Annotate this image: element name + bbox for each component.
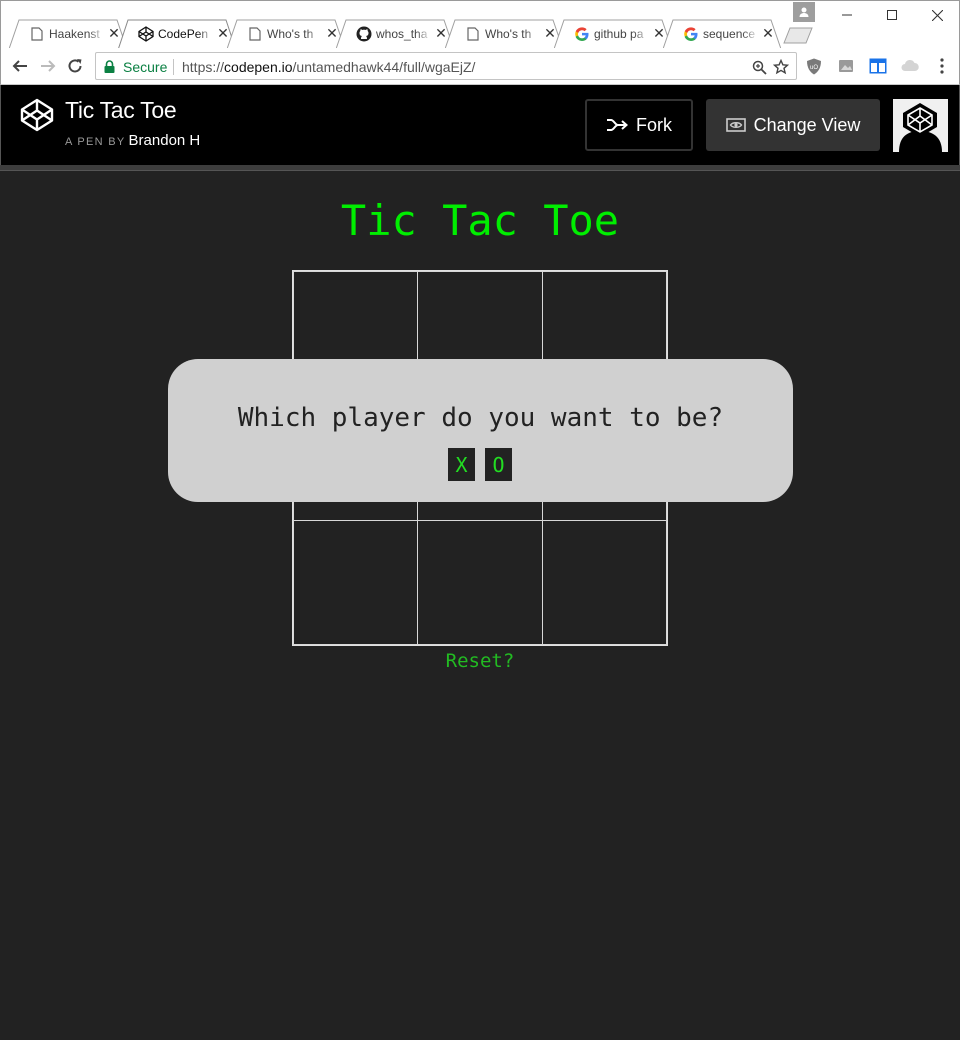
browser-tab[interactable]: Who's th ✕ [445, 19, 563, 49]
window-extension-icon[interactable] [869, 57, 887, 75]
avatar[interactable] [893, 99, 948, 152]
reset-link[interactable]: Reset? [0, 650, 960, 672]
google-icon [574, 26, 590, 42]
codepen-header: Tic Tac Toe A PEN BY Brandon H Fork Chang… [0, 85, 960, 165]
fork-label: Fork [636, 114, 672, 135]
tab-title: github pa [594, 27, 644, 41]
maximize-icon[interactable] [877, 5, 907, 25]
player-choice-modal: Which player do you want to be? X O [168, 359, 793, 502]
change-view-button[interactable]: Change View [706, 99, 880, 151]
choose-o-button[interactable]: O [485, 448, 512, 481]
tab-title: whos_tha [376, 27, 428, 41]
url-text[interactable]: https://codepen.io/untamedhawk44/full/wg… [182, 59, 475, 75]
forward-arrow-icon[interactable] [37, 55, 59, 77]
svg-text:uO: uO [810, 65, 818, 71]
board-cell-2-0[interactable] [292, 519, 419, 646]
reload-icon[interactable] [64, 55, 86, 77]
header-divider [0, 165, 960, 171]
game-title: Tic Tac Toe [340, 196, 620, 245]
cloud-extension-icon[interactable] [901, 57, 919, 75]
fork-button[interactable]: Fork [585, 99, 693, 151]
codepen-logo-icon[interactable] [19, 97, 55, 133]
eye-icon [725, 118, 746, 132]
tab-title: Haakenst [49, 27, 100, 41]
back-arrow-icon[interactable] [9, 55, 31, 77]
profile-icon[interactable] [793, 2, 815, 22]
tab-title: CodePen [158, 27, 209, 41]
browser-toolbar: Secure https://codepen.io/untamedhawk44/… [0, 48, 960, 85]
menu-dots-icon[interactable] [933, 57, 951, 75]
url-host: codepen.io [224, 59, 293, 75]
browser-tab[interactable]: github pa ✕ [554, 19, 672, 49]
url-scheme: https:// [182, 59, 225, 75]
zoom-icon[interactable] [750, 58, 768, 76]
close-icon[interactable]: ✕ [761, 26, 775, 40]
board-cell-2-2[interactable] [541, 519, 668, 646]
secure-label: Secure [123, 59, 168, 75]
author-link[interactable]: Brandon H [129, 132, 201, 149]
page-icon [465, 26, 481, 42]
google-icon [683, 26, 699, 42]
lock-icon [104, 60, 115, 78]
byline-prefix: A PEN BY [65, 136, 126, 148]
tab-title: sequence [703, 27, 756, 41]
window-close-icon[interactable] [922, 5, 952, 25]
tab-title: Who's th [267, 27, 314, 41]
minimize-icon[interactable] [832, 5, 862, 25]
bookmark-star-icon[interactable] [772, 58, 790, 76]
address-bar[interactable]: Secure https://codepen.io/untamedhawk44/… [95, 52, 797, 80]
page-icon [29, 26, 45, 42]
codepen-icon [138, 26, 154, 42]
fork-icon [607, 119, 628, 131]
choose-x-button[interactable]: X [448, 448, 475, 481]
browser-tab[interactable]: Who's th ✕ [227, 19, 345, 49]
browser-tab-active[interactable]: CodePen ✕ [118, 19, 236, 49]
pen-byline: A PEN BY Brandon H [65, 132, 200, 149]
new-tab-button[interactable] [783, 27, 813, 44]
github-icon [356, 26, 372, 42]
browser-tab[interactable]: whos_tha ✕ [336, 19, 454, 49]
page-icon [247, 26, 263, 42]
modal-question: Which player do you want to be? [237, 403, 724, 433]
browser-tab[interactable]: Haakenst ✕ [9, 19, 127, 49]
board-cell-2-1[interactable] [417, 519, 543, 646]
url-path: /untamedhawk44/full/wgaEjZ/ [292, 59, 476, 75]
browser-tab[interactable]: sequence ✕ [663, 19, 781, 49]
browser-tab-bar: Haakenst ✕ CodePen ✕ Who's th ✕ whos_tha… [0, 0, 960, 49]
ublock-extension-icon[interactable]: uO [805, 57, 823, 75]
tab-title: Who's th [485, 27, 532, 41]
address-separator [173, 59, 174, 75]
pen-title[interactable]: Tic Tac Toe [65, 97, 177, 124]
change-view-label: Change View [753, 114, 861, 135]
image-extension-icon[interactable] [837, 57, 855, 75]
